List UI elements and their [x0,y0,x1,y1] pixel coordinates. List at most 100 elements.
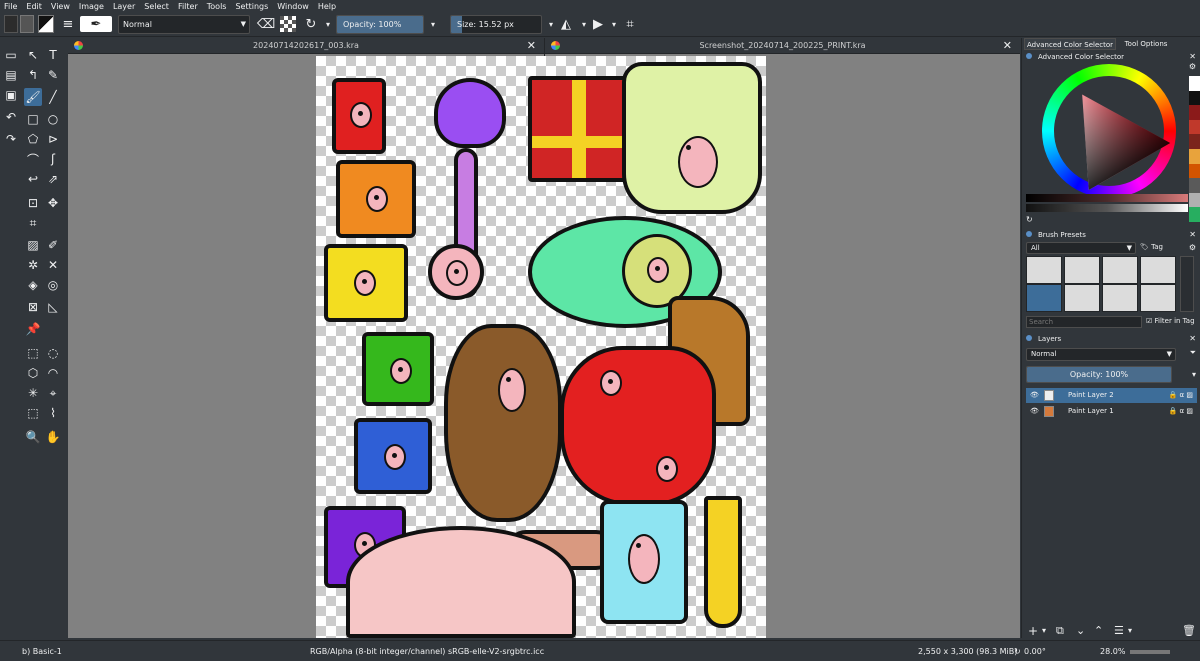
chevron-down-icon[interactable]: ▾ [543,16,559,32]
transform-tool-icon[interactable]: ⊡ [24,194,42,212]
menu-help[interactable]: Help [318,2,336,11]
recent-color-swatch[interactable] [1189,76,1200,91]
brush-preset-6[interactable] [1064,284,1100,312]
recent-color-swatch[interactable] [1189,134,1200,149]
menu-layer[interactable]: Layer [113,2,135,11]
duplicate-layer-icon[interactable]: ⧉ [1056,624,1064,638]
freehand-brush-tool-icon[interactable]: 🖌 [24,88,42,106]
tag-button[interactable]: 🏷 Tag [1140,243,1163,251]
brush-preset-8[interactable] [1140,284,1176,312]
magnetic-selection-icon[interactable]: ⌇ [44,404,62,422]
reference-images-tool-icon[interactable]: 📌 [24,320,42,338]
assistant-tool-icon[interactable]: ⊠ [24,298,42,316]
document-canvas[interactable] [316,56,766,638]
undo-icon[interactable]: ↶ [2,108,20,126]
blend-mode-select[interactable]: Normal ▼ [118,15,250,34]
ellipse-tool-icon[interactable]: ○ [44,110,62,128]
tab-advanced-color-selector[interactable]: Advanced Color Selector [1024,38,1116,50]
wrap-around-icon[interactable]: ▶ [590,16,606,32]
menu-filter[interactable]: Filter [178,2,198,11]
freehand-selection-icon[interactable]: ◠ [44,364,62,382]
brush-settings-icon[interactable]: ≡ [60,16,76,32]
filter-in-tag-checkbox[interactable]: ☑ Filter in Tag [1146,317,1195,325]
line-tool-icon[interactable]: ╱ [44,88,62,106]
move-tool-icon[interactable]: ✥ [44,194,62,212]
color-wheel[interactable] [1042,64,1176,198]
eye-icon[interactable]: 👁 [1030,388,1039,403]
settings-icon[interactable]: ⚙ [1189,243,1196,252]
menu-window[interactable]: Window [277,2,309,11]
gradient-tool-icon[interactable]: ▨ [24,236,42,254]
zoom-slider[interactable] [1130,650,1170,654]
chevron-down-icon[interactable]: ▾ [1042,626,1046,635]
settings-icon[interactable]: ⚙ [1189,62,1196,71]
bezier-tool-icon[interactable]: ⌒ [24,150,42,168]
crop-icon[interactable]: ⌗ [622,16,638,32]
eraser-icon[interactable]: ⌫ [257,16,275,32]
edit-shapes-tool-icon[interactable]: ↰ [24,66,42,84]
brush-preset-2[interactable] [1064,256,1100,284]
brush-search-input[interactable] [1026,316,1142,328]
brush-presets-scrollbar[interactable] [1180,256,1194,312]
elliptical-selection-icon[interactable]: ◌ [44,344,62,362]
smart-patch-tool-icon[interactable]: ✕ [44,256,62,274]
chevron-down-icon[interactable]: ▾ [1128,626,1132,635]
rectangular-selection-icon[interactable]: ⬚ [24,344,42,362]
similar-color-selection-icon[interactable]: ⌖ [44,384,62,402]
calligraphy-tool-icon[interactable]: ✎ [44,66,62,84]
rectangle-tool-icon[interactable]: □ [24,110,42,128]
brush-preset-4[interactable] [1140,256,1176,284]
chevron-down-icon[interactable]: ▾ [606,16,622,32]
delete-layer-icon[interactable]: 🗑 [1182,624,1196,637]
lock-icon[interactable]: 🔒 α ▨ [1169,404,1193,419]
recent-color-swatch[interactable] [1189,163,1200,179]
refresh-icon[interactable]: ↻ [1026,215,1033,224]
recent-color-swatch[interactable] [1189,119,1200,135]
bezier-selection-icon[interactable]: ⬚ [24,404,42,422]
contiguous-selection-icon[interactable]: ✳ [24,384,42,402]
move-layer-down-icon[interactable]: ⌄ [1076,624,1085,637]
text-tool-icon[interactable]: T [44,46,62,64]
fg-bg-color-swatch[interactable] [38,15,54,33]
brush-preset-3[interactable] [1102,256,1138,284]
fill-pattern-swatch[interactable] [4,15,18,33]
recent-color-swatch[interactable] [1189,178,1200,193]
close-icon[interactable]: ✕ [1189,334,1196,343]
crop-tool-icon[interactable]: ⌗ [24,214,42,232]
shade-bar[interactable] [1026,194,1188,202]
measure-tool-icon[interactable]: ◺ [44,298,62,316]
polygon-tool-icon[interactable]: ⬠ [24,130,42,148]
close-icon[interactable]: ✕ [1189,52,1196,61]
menu-view[interactable]: View [51,2,70,11]
close-icon[interactable]: ✕ [527,39,536,52]
new-document-icon[interactable]: ▭ [2,46,20,64]
gradient-swatch[interactable] [20,15,34,33]
colorize-mask-tool-icon[interactable]: ✲ [24,256,42,274]
layer-opacity-slider[interactable]: Opacity: 100% [1026,366,1172,383]
brush-preset-icon[interactable]: ✒ [80,16,112,32]
redo-icon[interactable]: ↷ [2,130,20,148]
add-layer-icon[interactable]: + [1028,624,1038,638]
document-tab-2[interactable]: Screenshot_20240714_200225_PRINT.kra ✕ [545,38,1020,54]
freehand-path-tool-icon[interactable]: ʃ [44,150,62,168]
brush-filter-select[interactable]: All ▼ [1026,242,1136,254]
color-picker-tool-icon[interactable]: ✐ [44,236,62,254]
lock-icon[interactable]: 🔒 α ▨ [1169,388,1193,403]
dynamic-brush-tool-icon[interactable]: ↩ [24,170,42,188]
polygonal-selection-icon[interactable]: ⬡ [24,364,42,382]
chevron-down-icon[interactable]: ▾ [425,16,441,32]
recent-color-swatch[interactable] [1189,90,1200,106]
preserve-alpha-icon[interactable] [280,16,296,32]
move-layer-up-icon[interactable]: ⌃ [1094,624,1103,637]
open-document-icon[interactable]: ▤ [2,66,20,84]
menu-file[interactable]: File [4,2,17,11]
document-tab-1[interactable]: 20240714202617_003.kra ✕ [68,38,544,54]
close-icon[interactable]: ✕ [1189,230,1196,239]
recent-color-swatch[interactable] [1189,192,1200,208]
menu-image[interactable]: Image [79,2,104,11]
recent-color-swatch[interactable] [1189,207,1200,222]
menu-edit[interactable]: Edit [26,2,42,11]
brush-preset-1[interactable] [1026,256,1062,284]
menu-settings[interactable]: Settings [235,2,268,11]
rotate-icon[interactable]: ↻ [1014,647,1021,656]
